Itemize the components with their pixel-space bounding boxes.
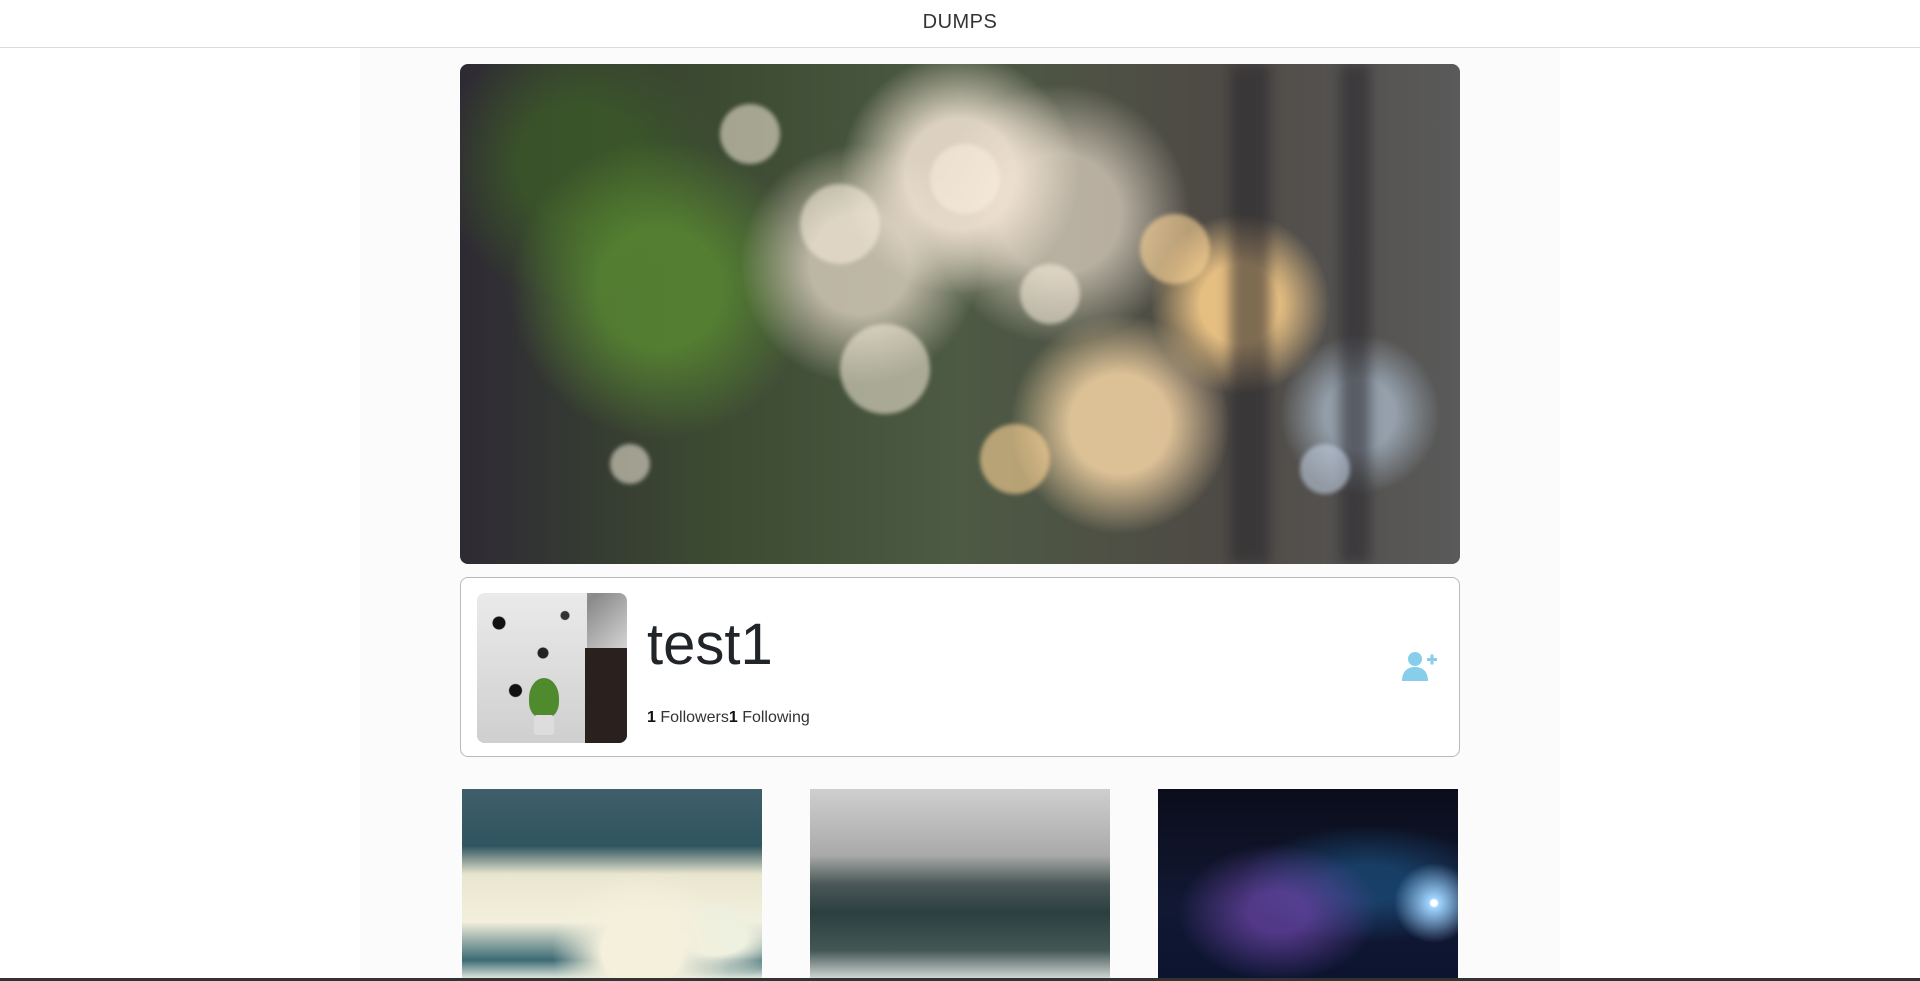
follow-button[interactable] <box>1401 650 1437 682</box>
post-thumbnail[interactable] <box>462 789 762 979</box>
follow-stats: 1 Followers1 Following <box>647 709 810 727</box>
followers-count: 1 <box>647 709 656 726</box>
following-count: 1 <box>728 709 738 726</box>
top-navbar: DUMPS <box>0 0 1920 48</box>
cover-image <box>460 64 1460 564</box>
avatar[interactable] <box>477 593 627 743</box>
brand-logo[interactable]: DUMPS <box>923 11 998 34</box>
profile-card: test1 1 Followers1 Following <box>460 577 1460 757</box>
post-thumbnail[interactable] <box>810 789 1110 979</box>
followers-label[interactable]: Followers <box>660 709 728 726</box>
user-plus-icon <box>1402 652 1437 681</box>
profile-username: test1 <box>647 612 773 677</box>
following-label[interactable]: Following <box>742 709 810 726</box>
post-thumbnail[interactable] <box>1158 789 1458 979</box>
